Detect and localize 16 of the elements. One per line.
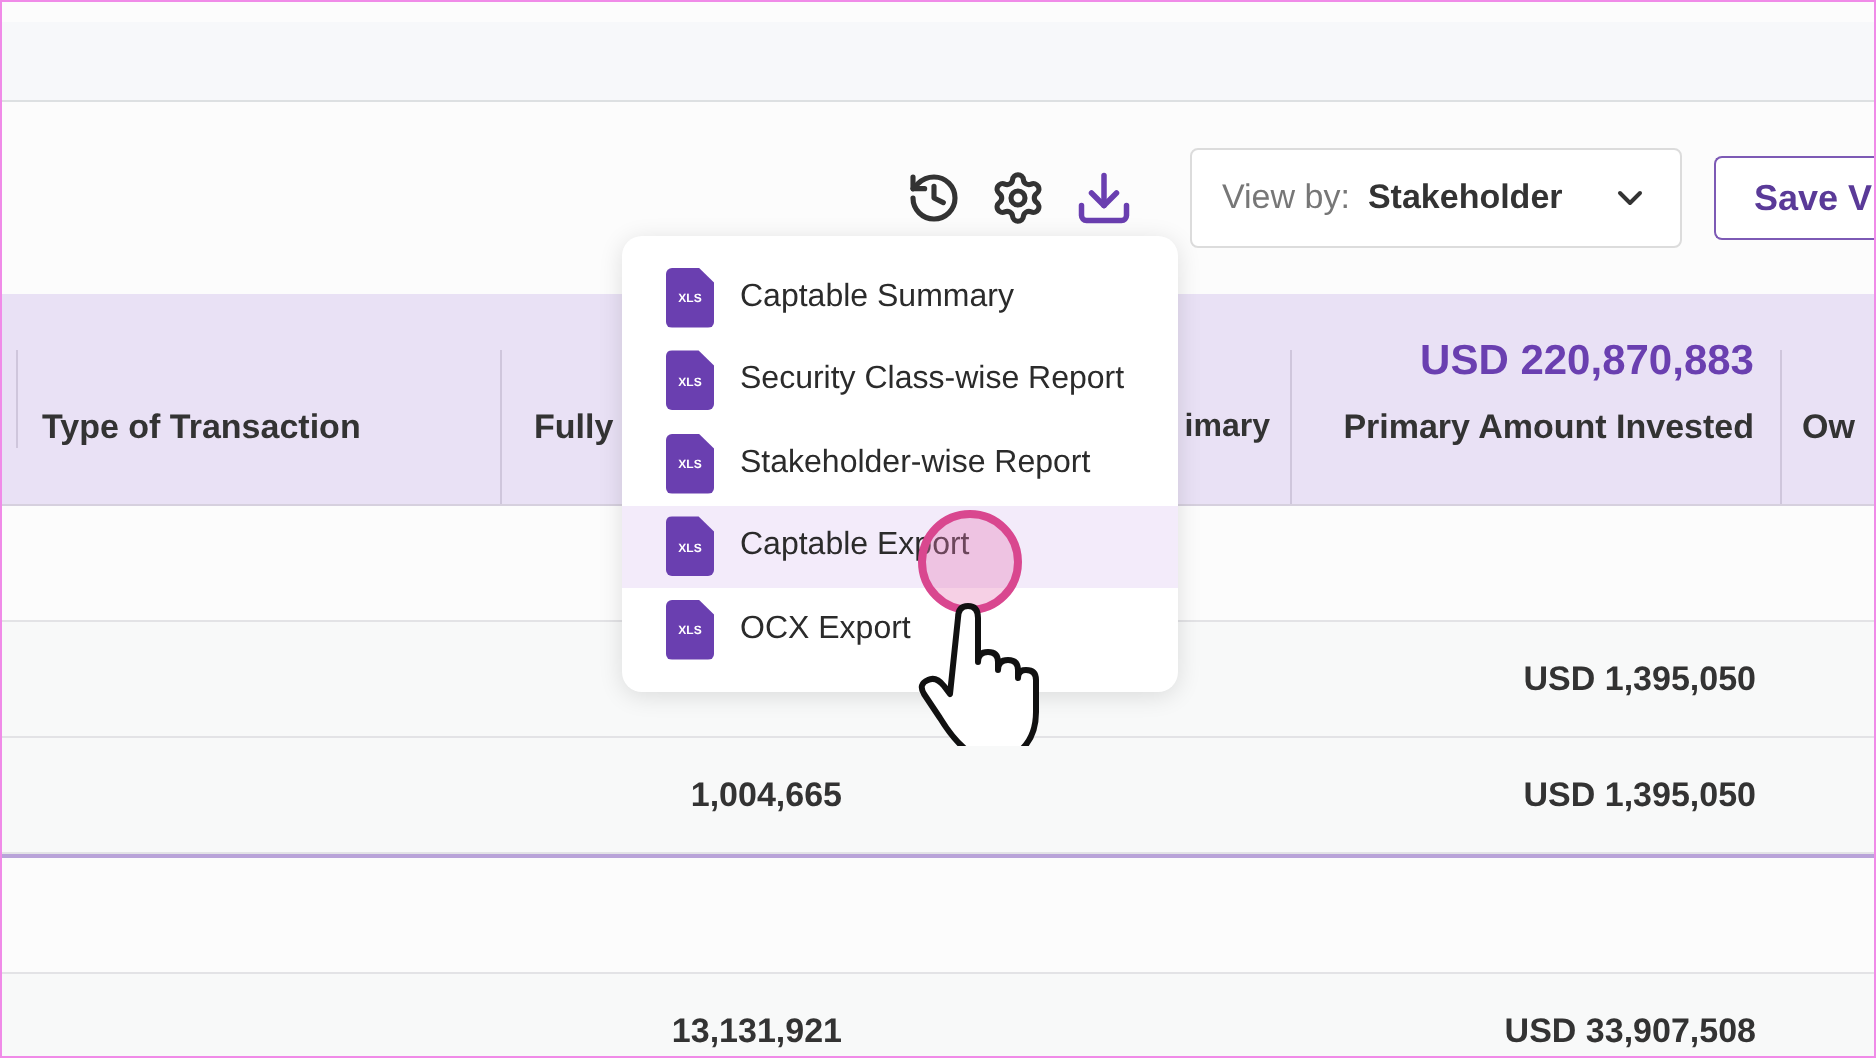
save-view-button[interactable]: Save Vi xyxy=(1714,156,1874,240)
table-cell-text: USD 1,395,050 xyxy=(1523,773,1756,818)
column-header: Ow xyxy=(1802,405,1855,449)
table-cell-text: 1,004,665 xyxy=(690,773,842,818)
column-header: Type of Transaction xyxy=(42,405,361,449)
column-total: USD 220,870,883 xyxy=(1420,336,1754,388)
column-header: Primary Amount Invested xyxy=(1343,405,1754,449)
table-cell-text: USD 1,395,050 xyxy=(1523,657,1756,702)
settings-icon[interactable] xyxy=(990,170,1046,226)
view-by-dropdown[interactable]: View by: Stakeholder xyxy=(1190,148,1682,248)
column-header: imary xyxy=(1184,408,1270,448)
history-icon[interactable] xyxy=(906,170,962,226)
table-cell-text: 13,131,921 xyxy=(671,1009,842,1054)
column-header: Fully xyxy=(534,405,614,449)
download-icon[interactable] xyxy=(1074,168,1134,228)
table-cell-text: USD 33,907,508 xyxy=(1504,1009,1756,1054)
